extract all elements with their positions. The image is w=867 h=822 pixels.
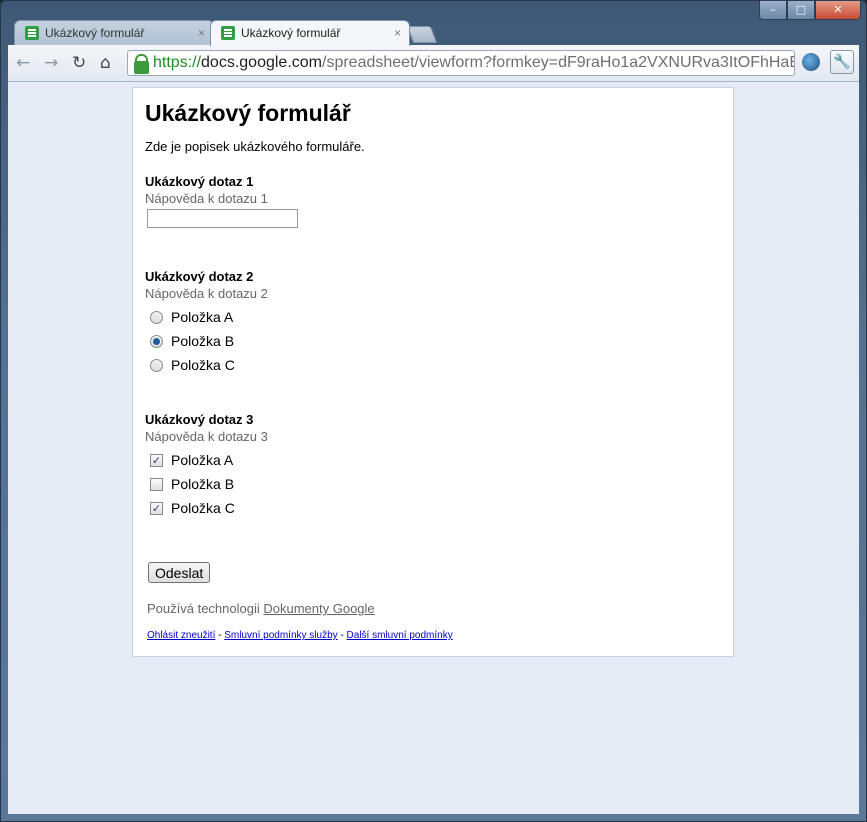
question-title: Ukázkový dotaz 1 — [145, 174, 254, 189]
option-label: Položka C — [171, 357, 235, 373]
url-text: https://docs.google.com/spreadsheet/view… — [153, 51, 795, 75]
url-scheme: https:// — [153, 54, 202, 71]
tab-label: Ukázkový formulář — [241, 26, 341, 40]
radio-button-selected[interactable] — [150, 334, 163, 348]
radio-button[interactable] — [150, 358, 163, 372]
tab-close-icon[interactable]: × — [394, 21, 401, 46]
powered-by: Používá technologii Dokumenty Google — [147, 601, 721, 616]
submit-button[interactable]: Odeslat — [148, 562, 211, 583]
checkbox-checked[interactable]: ✓ — [150, 453, 163, 467]
question-1-text-input[interactable] — [147, 209, 298, 228]
google-docs-link[interactable]: Dokumenty Google — [263, 601, 374, 616]
minimize-button[interactable]: – — [759, 0, 787, 20]
separator: - — [337, 630, 347, 641]
question-help: Nápověda k dotazu 3 — [145, 429, 268, 444]
option-label: Položka A — [171, 309, 234, 325]
radio-button[interactable] — [150, 310, 163, 324]
forward-arrow-icon[interactable]: → — [44, 53, 58, 73]
window-controls: – □ ✕ — [759, 0, 861, 20]
page-viewport: Ukázkový formulář Zde je popisek ukázkov… — [8, 82, 859, 814]
question-3: Ukázkový dotaz 3 Nápověda k dotazu 3 ✓ P… — [145, 412, 721, 562]
option-label: Položka B — [171, 476, 235, 492]
radio-option-a[interactable]: Položka A — [145, 305, 721, 329]
close-window-button[interactable]: ✕ — [815, 0, 861, 20]
question-title: Ukázkový dotaz 3 — [145, 412, 254, 427]
form-description: Zde je popisek ukázkového formuláře. — [145, 139, 365, 154]
report-abuse-link[interactable]: Ohlásit zneužití — [147, 630, 215, 641]
browser-toolbar: ← → ↻ ⌂ https://docs.google.com/spreadsh… — [8, 45, 859, 82]
option-label: Položka C — [171, 500, 235, 516]
globe-extension-icon[interactable] — [802, 53, 820, 71]
form-card: Ukázkový formulář Zde je popisek ukázkov… — [132, 87, 734, 657]
browser-window: – □ ✕ Ukázkový formulář × Ukázkový formu… — [0, 0, 867, 822]
tab-close-icon[interactable]: × — [198, 21, 205, 46]
reload-icon[interactable]: ↻ — [72, 53, 86, 73]
back-arrow-icon[interactable]: ← — [16, 53, 30, 73]
forms-favicon-icon — [25, 26, 39, 40]
tab-label: Ukázkový formulář — [45, 26, 145, 40]
powered-prefix: Používá technologii — [147, 601, 260, 616]
question-1: Ukázkový dotaz 1 Nápověda k dotazu 1 — [145, 174, 721, 269]
tab-2[interactable]: Ukázkový formulář × — [210, 20, 410, 46]
checkbox[interactable] — [150, 477, 163, 491]
tab-1[interactable]: Ukázkový formulář × — [14, 20, 214, 46]
question-help: Nápověda k dotazu 2 — [145, 286, 268, 301]
forms-favicon-icon — [221, 26, 235, 40]
option-label: Položka B — [171, 333, 235, 349]
home-icon[interactable]: ⌂ — [100, 53, 111, 73]
radio-option-b[interactable]: Položka B — [145, 329, 721, 353]
tab-strip: Ukázkový formulář × Ukázkový formulář × — [8, 20, 867, 46]
form-title: Ukázkový formulář — [145, 100, 351, 126]
question-title: Ukázkový dotaz 2 — [145, 269, 254, 284]
new-tab-button[interactable] — [406, 26, 438, 43]
question-help: Nápověda k dotazu 1 — [145, 191, 268, 206]
checkbox-option-c[interactable]: ✓ Položka C — [145, 496, 721, 520]
address-bar[interactable]: https://docs.google.com/spreadsheet/view… — [127, 50, 795, 76]
terms-of-service-link[interactable]: Smluvní podmínky služby — [224, 630, 337, 641]
url-host: docs.google.com — [201, 54, 322, 71]
option-label: Položka A — [171, 452, 234, 468]
question-2: Ukázkový dotaz 2 Nápověda k dotazu 2 Pol… — [145, 269, 721, 412]
radio-option-c[interactable]: Položka C — [145, 353, 721, 377]
additional-terms-link[interactable]: Další smluvní podmínky — [347, 630, 453, 641]
checkbox-option-a[interactable]: ✓ Položka A — [145, 448, 721, 472]
maximize-button[interactable]: □ — [787, 0, 815, 20]
wrench-menu-icon[interactable]: 🔧 — [830, 50, 854, 74]
url-path: /spreadsheet/viewform?formkey=dF9raHo1a2… — [322, 54, 795, 71]
lock-icon — [134, 54, 149, 74]
footer-links: Ohlásit zneužití - Smluvní podmínky služ… — [147, 630, 721, 641]
checkbox-option-b[interactable]: Položka B — [145, 472, 721, 496]
checkbox-checked[interactable]: ✓ — [150, 501, 163, 515]
separator: - — [215, 630, 225, 641]
